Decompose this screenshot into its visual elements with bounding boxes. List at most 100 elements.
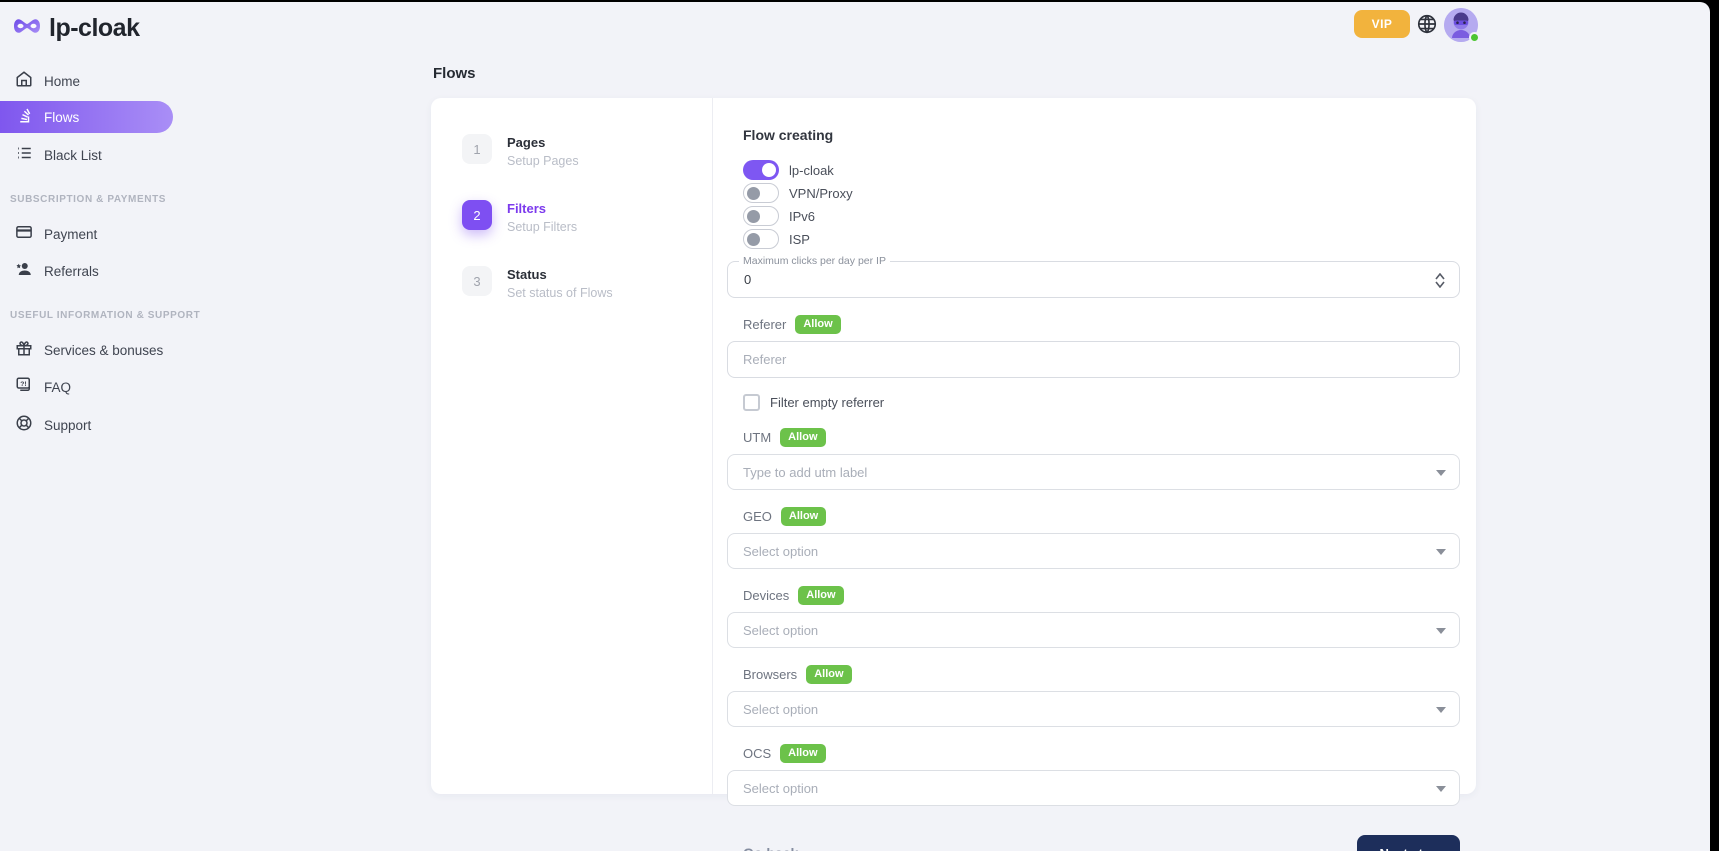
geo-label: GEO — [743, 509, 772, 524]
utm-input-box[interactable] — [727, 454, 1460, 490]
browsers-label: Browsers — [743, 667, 797, 682]
sidebar-item-faq[interactable]: ?! FAQ — [0, 371, 173, 403]
step-status[interactable]: 3 Status Set status of Flows — [462, 266, 712, 300]
lp-cloak-toggle[interactable] — [743, 160, 779, 180]
ipv6-toggle[interactable] — [743, 206, 779, 226]
utm-input[interactable] — [728, 455, 1459, 489]
globe-icon[interactable] — [1416, 13, 1438, 35]
list-icon — [15, 144, 33, 167]
sidebar-section-header: SUBSCRIPTION & PAYMENTS — [10, 194, 173, 205]
sidebar-item-support[interactable]: Support — [0, 409, 173, 441]
devices-label: Devices — [743, 588, 789, 603]
sidebar-item-label: Payment — [44, 227, 97, 242]
chevron-down-icon — [1436, 628, 1446, 634]
referer-input[interactable] — [727, 341, 1460, 378]
brand-name: lp-cloak — [49, 14, 139, 43]
sidebar-item-label: Flows — [44, 110, 79, 125]
geo-select[interactable] — [727, 533, 1460, 569]
chevron-down-icon — [1436, 549, 1446, 555]
next-step-button[interactable]: Next step — [1357, 835, 1460, 851]
utm-allow-badge[interactable]: Allow — [780, 428, 825, 447]
form-footer: Go back Next step — [727, 835, 1460, 851]
browsers-allow-badge[interactable]: Allow — [806, 665, 851, 684]
geo-select-input[interactable] — [728, 534, 1459, 568]
sidebar-item-payment[interactable]: Payment — [0, 218, 173, 250]
filter-empty-referrer-checkbox[interactable] — [743, 394, 760, 411]
vpn-proxy-toggle[interactable] — [743, 183, 779, 203]
step-subtitle: Set status of Flows — [507, 286, 613, 300]
referer-allow-badge[interactable]: Allow — [795, 315, 840, 334]
geo-allow-badge[interactable]: Allow — [781, 507, 826, 526]
max-clicks-input[interactable] — [728, 262, 1408, 297]
toggle-row-lp-cloak: lp-cloak — [743, 160, 1460, 180]
sidebar-item-referrals[interactable]: Referrals — [0, 255, 173, 287]
flow-form: Flow creating lp-cloak VPN/Proxy IPv6 IS… — [713, 98, 1476, 794]
sidebar-item-services-bonuses[interactable]: Services & bonuses — [0, 334, 173, 366]
toggle-row-isp: ISP — [743, 229, 1460, 249]
step-subtitle: Setup Pages — [507, 154, 579, 168]
form-title: Flow creating — [743, 127, 1460, 143]
utm-label-row: UTM Allow — [743, 427, 1460, 447]
step-title: Status — [507, 266, 613, 282]
ocs-select-input[interactable] — [728, 771, 1459, 805]
filter-empty-referrer-row: Filter empty referrer — [743, 393, 1460, 411]
browsers-select-input[interactable] — [728, 692, 1459, 726]
online-status-dot — [1469, 32, 1480, 43]
chevron-down-icon — [1436, 707, 1446, 713]
brand-logo[interactable]: lp-cloak — [13, 14, 139, 43]
devices-select-input[interactable] — [728, 613, 1459, 647]
step-number: 1 — [462, 134, 492, 164]
flows-icon — [15, 106, 33, 129]
app-window: lp-cloak Home Flows Black List SUBSCRIPT… — [0, 2, 1710, 851]
toggle-label: IPv6 — [789, 209, 815, 224]
gift-icon — [15, 339, 33, 362]
toggle-label: VPN/Proxy — [789, 186, 853, 201]
sidebar-item-label: Support — [44, 418, 91, 433]
ocs-label: OCS — [743, 746, 771, 761]
referer-label-row: Referer Allow — [743, 314, 1460, 334]
isp-toggle[interactable] — [743, 229, 779, 249]
devices-allow-badge[interactable]: Allow — [798, 586, 843, 605]
utm-label: UTM — [743, 430, 771, 445]
svg-text:?!: ?! — [20, 380, 26, 387]
sidebar-item-label: FAQ — [44, 380, 71, 395]
sidebar-item-flows[interactable]: Flows — [0, 101, 173, 133]
max-clicks-field: Maximum clicks per day per IP — [727, 261, 1460, 298]
vip-button[interactable]: VIP — [1354, 10, 1410, 38]
ocs-select[interactable] — [727, 770, 1460, 806]
faq-bubble-icon: ?! — [15, 376, 33, 399]
sidebar-section-header: USEFUL INFORMATION & SUPPORT — [10, 310, 173, 321]
mask-icon — [13, 16, 41, 41]
step-filters[interactable]: 2 Filters Setup Filters — [462, 200, 712, 234]
person-add-icon — [15, 260, 33, 283]
lifebuoy-icon — [15, 414, 33, 437]
step-number: 3 — [462, 266, 492, 296]
checkbox-label: Filter empty referrer — [770, 395, 884, 410]
credit-card-icon — [15, 223, 33, 246]
sidebar-item-home[interactable]: Home — [0, 65, 173, 97]
sidebar-item-black-list[interactable]: Black List — [0, 139, 173, 171]
chevron-down-icon — [1436, 470, 1446, 476]
chevron-down-icon — [1436, 786, 1446, 792]
page-title: Flows — [433, 65, 476, 82]
step-title: Pages — [507, 134, 579, 150]
ocs-allow-badge[interactable]: Allow — [780, 744, 825, 763]
devices-label-row: Devices Allow — [743, 585, 1460, 605]
devices-select[interactable] — [727, 612, 1460, 648]
sidebar-item-label: Home — [44, 74, 80, 89]
step-title: Filters — [507, 200, 577, 216]
browsers-label-row: Browsers Allow — [743, 664, 1460, 684]
browsers-select[interactable] — [727, 691, 1460, 727]
flow-card: 1 Pages Setup Pages 2 Filters Setup Filt… — [431, 98, 1476, 794]
geo-label-row: GEO Allow — [743, 506, 1460, 526]
step-pages[interactable]: 1 Pages Setup Pages — [462, 134, 712, 168]
avatar[interactable] — [1444, 8, 1478, 42]
toggle-label: lp-cloak — [789, 163, 834, 178]
home-icon — [15, 70, 33, 93]
ocs-label-row: OCS Allow — [743, 743, 1460, 763]
sidebar-item-label: Referrals — [44, 264, 99, 279]
go-back-button[interactable]: Go back — [743, 845, 798, 851]
sidebar-item-label: Services & bonuses — [44, 343, 163, 358]
number-stepper-icon[interactable] — [1429, 268, 1451, 292]
step-number: 2 — [462, 200, 492, 230]
